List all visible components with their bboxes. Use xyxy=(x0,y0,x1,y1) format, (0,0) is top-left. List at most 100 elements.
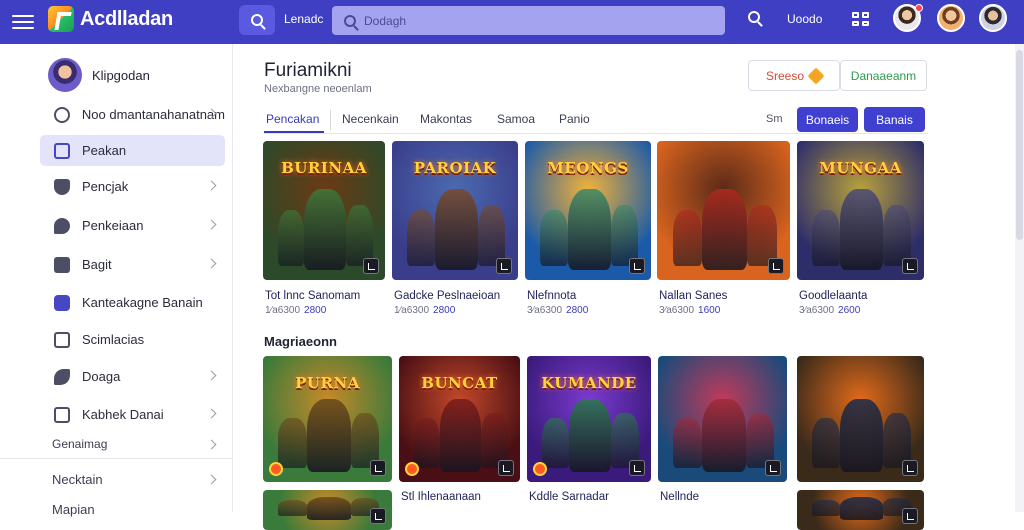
game-downloads: 3⁄a6300 xyxy=(799,305,835,316)
character-figure xyxy=(413,417,441,468)
sidebar-lower-item[interactable]: Necktain xyxy=(52,472,103,487)
tab-active-indicator xyxy=(264,131,324,133)
game-logo-text: BURINAA xyxy=(281,159,367,177)
game-title[interactable]: Goodlelaanta xyxy=(799,290,867,302)
game-card-art[interactable]: BUNCAT xyxy=(399,356,520,482)
publisher-badge-icon xyxy=(269,462,283,476)
character-figure xyxy=(701,398,746,472)
game-card-art[interactable] xyxy=(797,490,924,530)
profile[interactable]: Klipgodan xyxy=(48,58,150,92)
add-to-library-icon[interactable] xyxy=(370,508,386,524)
search-input[interactable] xyxy=(364,13,684,28)
action-button-secondary[interactable]: Danaaeanm xyxy=(840,60,927,91)
sidebar-item[interactable]: Doaga xyxy=(40,361,225,392)
character-figure xyxy=(672,210,703,266)
game-card-art[interactable] xyxy=(658,356,787,482)
add-to-library-icon[interactable] xyxy=(629,258,645,274)
scrollbar[interactable] xyxy=(1015,44,1024,512)
filter-button[interactable]: Bonaeis xyxy=(797,107,858,132)
game-card-art[interactable] xyxy=(797,356,924,482)
chevron-right-icon[interactable] xyxy=(206,474,217,485)
tab[interactable]: Panio xyxy=(559,112,590,126)
character-figure xyxy=(306,398,351,472)
sidebar-section-label[interactable]: Genaimag xyxy=(52,437,107,451)
chevron-right-icon[interactable] xyxy=(206,439,217,450)
character-figure xyxy=(812,210,841,266)
game-price: 1600 xyxy=(698,305,721,316)
game-title[interactable]: Gadcke Peslnaeioan xyxy=(394,290,500,302)
sidebar-item[interactable]: Noo dmantanahanatnam xyxy=(40,99,225,130)
character-figure xyxy=(569,398,612,472)
sidebar-lower-item[interactable]: Mapian xyxy=(52,502,95,517)
game-card-art[interactable]: PURNA xyxy=(263,356,392,482)
tab[interactable]: Samoa xyxy=(497,112,535,126)
avatar[interactable] xyxy=(937,4,965,32)
character-figure xyxy=(883,204,912,266)
add-to-library-icon[interactable] xyxy=(768,258,784,274)
top-nav-label[interactable]: Lenadc xyxy=(284,12,323,26)
game-card-art[interactable]: PAROIAK xyxy=(392,141,518,280)
sidebar-item-label: Doaga xyxy=(82,369,121,384)
game-logo-text: KUMANDE xyxy=(541,374,637,392)
search-icon xyxy=(251,14,263,26)
game-card-art[interactable]: KUMANDE xyxy=(527,356,651,482)
sidebar-item-label: Kabhek Danai xyxy=(82,407,164,422)
game-title[interactable]: Tot lnnc Sanomam xyxy=(265,290,360,302)
sidebar-item[interactable]: Scimlacias xyxy=(40,324,225,355)
tab[interactable]: Necenkain xyxy=(342,112,399,126)
search-icon[interactable] xyxy=(748,11,760,23)
sidebar-item[interactable]: Pencjak xyxy=(40,171,225,202)
game-card-art[interactable]: MUNGAA xyxy=(797,141,924,280)
app-logo[interactable]: Acdlladan xyxy=(48,6,173,32)
add-to-library-icon[interactable] xyxy=(498,460,514,476)
grid-icon[interactable] xyxy=(852,12,870,28)
profile-name: Klipgodan xyxy=(92,67,150,83)
divider xyxy=(330,110,331,130)
game-downloads: 3⁄a6300 xyxy=(659,305,695,316)
avatar[interactable] xyxy=(979,4,1007,32)
sidebar-item[interactable]: Bagit xyxy=(40,249,225,280)
button-label: Sreeso xyxy=(765,68,805,83)
sidebar-item[interactable]: Penkeiaan xyxy=(40,210,225,241)
game-meta: 1⁄a6300 2800 xyxy=(394,305,455,316)
action-button-primary[interactable]: Sreeso xyxy=(748,60,840,91)
add-to-library-icon[interactable] xyxy=(902,258,918,274)
search-button[interactable] xyxy=(239,5,275,35)
chevron-right-icon xyxy=(206,219,217,230)
game-title[interactable]: Nlefnnota xyxy=(527,290,576,302)
game-title[interactable]: Kddle Sarnadar xyxy=(529,491,609,503)
add-to-library-icon[interactable] xyxy=(363,258,379,274)
user-label[interactable]: Uoodo xyxy=(787,12,822,26)
add-to-library-icon[interactable] xyxy=(370,460,386,476)
game-card-art[interactable] xyxy=(657,141,790,280)
sort-label[interactable]: Sm xyxy=(766,113,783,125)
avatar xyxy=(48,58,82,92)
sidebar-item-active[interactable]: Peakan xyxy=(40,135,225,166)
sidebar-item-label: Bagit xyxy=(82,257,112,272)
filter-button[interactable]: Banais xyxy=(864,107,925,132)
game-card-art[interactable]: BURINAA xyxy=(263,141,385,280)
add-to-library-icon[interactable] xyxy=(496,258,512,274)
character-figure xyxy=(702,189,748,270)
add-to-library-icon[interactable] xyxy=(765,460,781,476)
add-to-library-icon[interactable] xyxy=(902,460,918,476)
character-figure xyxy=(306,496,351,520)
game-title[interactable]: Nellnde xyxy=(660,491,699,503)
search-field[interactable] xyxy=(332,6,725,35)
game-card-art[interactable]: MEONGS xyxy=(525,141,651,280)
add-to-library-icon[interactable] xyxy=(902,508,918,524)
character-figure xyxy=(477,204,506,266)
game-title[interactable]: Stl Ihlenaanaan xyxy=(401,491,481,503)
sidebar-item[interactable]: Kanteakagne Banain xyxy=(40,287,225,318)
tab[interactable]: Makontas xyxy=(420,112,472,126)
game-title[interactable]: Nallan Sanes xyxy=(659,290,727,302)
game-price: 2800 xyxy=(304,305,327,316)
bag-icon xyxy=(54,256,70,273)
add-to-library-icon[interactable] xyxy=(629,460,645,476)
character-figure xyxy=(345,204,373,266)
tab[interactable]: Pencakan xyxy=(266,112,319,126)
menu-icon[interactable] xyxy=(12,11,34,31)
scrollbar-thumb[interactable] xyxy=(1016,50,1023,240)
sidebar-item[interactable]: Kabhek Danai xyxy=(40,399,225,430)
game-card-art[interactable] xyxy=(263,490,392,530)
